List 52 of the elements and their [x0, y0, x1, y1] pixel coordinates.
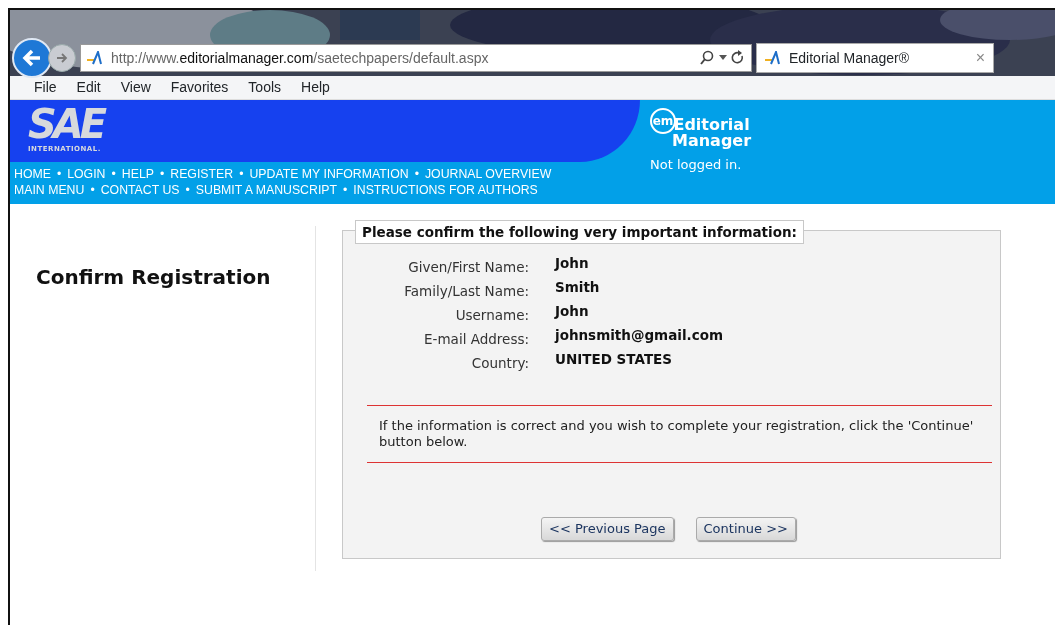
- close-tab-button[interactable]: ×: [975, 46, 985, 70]
- field-value: John: [555, 302, 589, 321]
- separator-dot: •: [414, 167, 419, 181]
- field-label: E-mail Address:: [423, 330, 530, 349]
- field-label: Family/Last Name:: [403, 282, 530, 301]
- separator-dot: •: [343, 183, 348, 197]
- continue-button[interactable]: Continue >>: [695, 517, 796, 541]
- field-label: Username:: [454, 306, 530, 325]
- menu-item[interactable]: Edit: [66, 77, 111, 98]
- nav-link[interactable]: HELP: [121, 167, 154, 181]
- panel-legend: Please confirm the following very important information:: [355, 220, 804, 245]
- page-title: Confirm Registration: [36, 264, 272, 291]
- site-logo-icon: [87, 51, 105, 65]
- instruction-text: If the information is correct and you wish to complete your registration, click the 'Continue' button below.: [379, 418, 975, 450]
- field-label: Country:: [470, 354, 530, 373]
- nav-link[interactable]: LOGIN: [67, 167, 106, 181]
- nav-link[interactable]: MAIN MENU: [14, 183, 85, 197]
- separator-dot: •: [159, 167, 165, 181]
- login-status: Not logged in.: [650, 156, 742, 174]
- nav-link[interactable]: INSTRUCTIONS FOR AUTHORS: [353, 183, 538, 197]
- separator-dot: •: [239, 167, 244, 181]
- previous-page-button[interactable]: << Previous Page: [541, 517, 674, 541]
- address-bar[interactable]: http://www.editorialmanager.com/saetechpapers/default.aspx: [80, 44, 752, 72]
- menu-item[interactable]: View: [110, 77, 161, 98]
- field-value: John: [555, 254, 589, 273]
- field-value: johnsmith@gmail.com: [555, 326, 723, 345]
- refresh-icon[interactable]: [731, 50, 745, 66]
- nav-link[interactable]: JOURNAL OVERVIEW: [424, 167, 552, 181]
- dropdown-arrow-icon[interactable]: [719, 55, 727, 61]
- tab-title: Editorial Manager®: [789, 48, 910, 68]
- browser-tab[interactable]: Editorial Manager® ×: [756, 43, 994, 73]
- nav-link[interactable]: REGISTER: [170, 167, 234, 181]
- field-value: Smith: [555, 278, 600, 297]
- nav-link[interactable]: SUBMIT A MANUSCRIPT: [195, 183, 337, 197]
- separator-dot: •: [111, 167, 116, 181]
- menu-item[interactable]: Tools: [238, 77, 292, 98]
- site-logo-icon: [765, 51, 783, 65]
- forward-arrow-icon: [55, 51, 69, 65]
- menu-item[interactable]: Favorites: [160, 77, 239, 98]
- back-arrow-icon: [21, 47, 43, 69]
- separator-dot: •: [90, 183, 95, 197]
- field-label: Given/First Name:: [407, 258, 530, 277]
- field-value: UNITED STATES: [555, 350, 673, 369]
- nav-link[interactable]: HOME: [14, 167, 51, 181]
- separator-dot: •: [185, 183, 190, 197]
- menu-item[interactable]: Help: [291, 77, 340, 98]
- search-icon[interactable]: [699, 50, 715, 66]
- menu-item[interactable]: File: [24, 77, 67, 98]
- separator-dot: •: [56, 167, 62, 181]
- nav-link[interactable]: CONTACT US: [100, 183, 180, 197]
- url-text: http://www.editorialmanager.com/saetechpapers/default.aspx: [111, 48, 489, 68]
- nav-link[interactable]: UPDATE MY INFORMATION: [249, 167, 409, 181]
